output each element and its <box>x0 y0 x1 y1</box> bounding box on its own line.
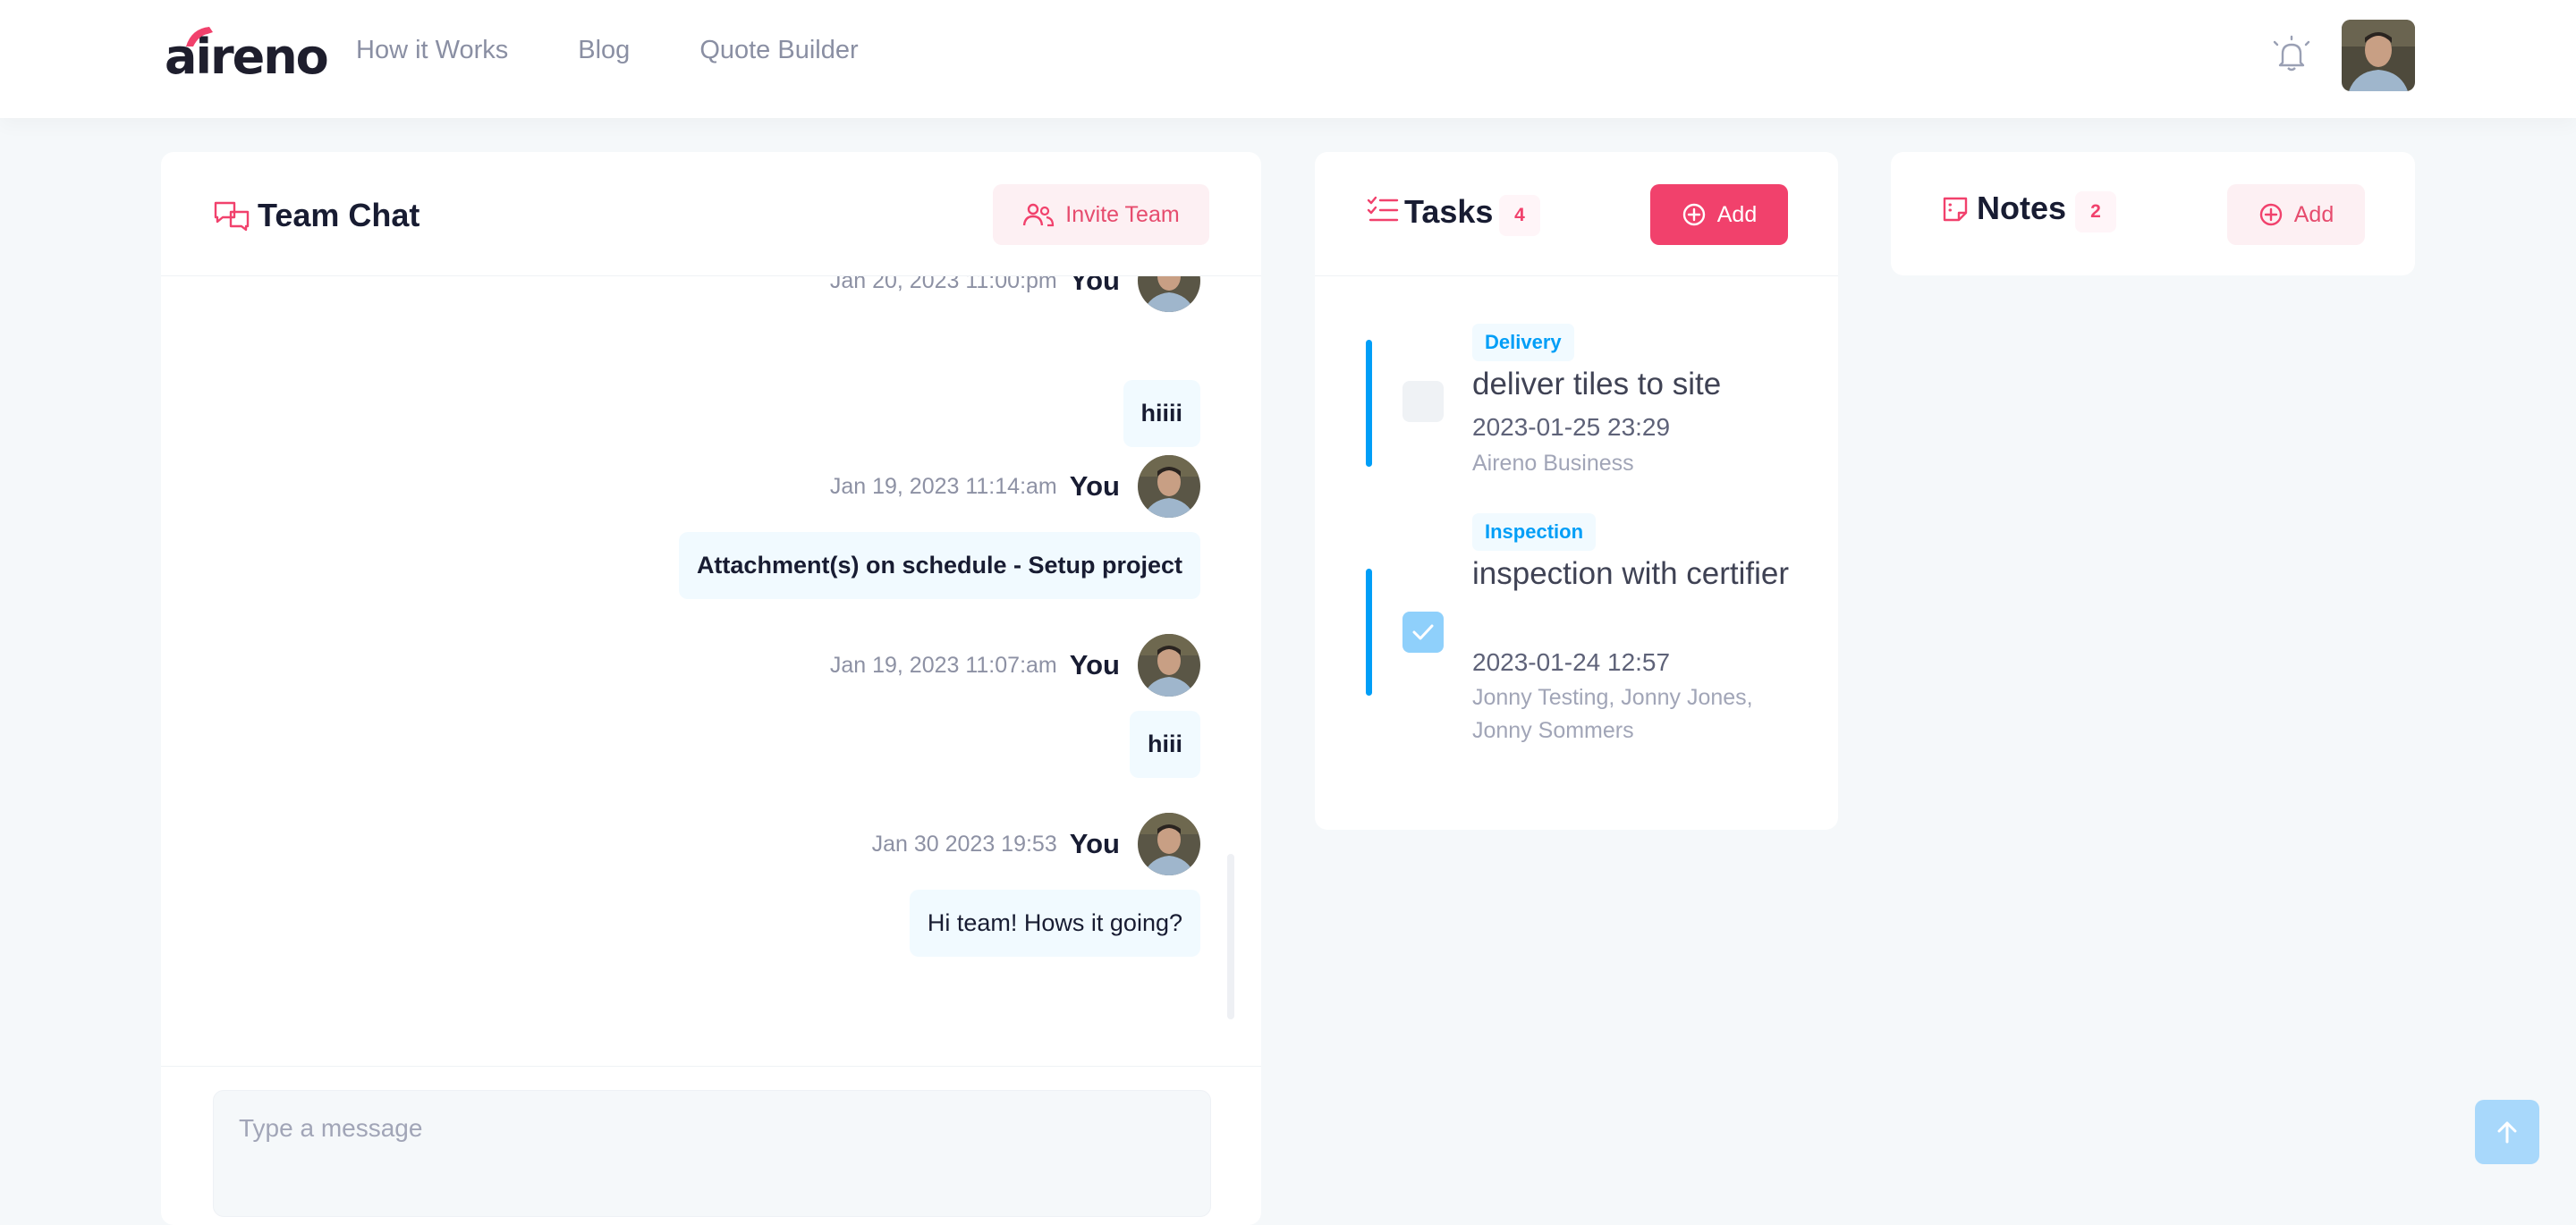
add-task-label: Add <box>1716 201 1758 227</box>
task-checkbox[interactable] <box>1402 612 1444 653</box>
message-bubble: Hi team! Hows it going? <box>909 890 1200 957</box>
avatar <box>1138 455 1200 518</box>
message-sender: You <box>1069 276 1120 296</box>
avatar <box>1138 813 1200 875</box>
logo-mark-icon <box>186 27 213 46</box>
avatar <box>1138 634 1200 697</box>
task-tag: Delivery <box>1472 324 1574 361</box>
message-time: Jan 20, 2023 11:00:pm <box>829 276 1057 293</box>
tasks-card: Tasks 4 Add Delivery deliver tiles to si… <box>1315 152 1838 830</box>
tasks-title: Tasks <box>1404 193 1494 230</box>
invite-team-button[interactable]: Invite Team <box>993 184 1209 245</box>
message-time: Jan 30 2023 19:53 <box>871 831 1057 857</box>
tasks-header: Tasks 4 Add <box>1315 152 1838 276</box>
message-bubble: Attachment(s) on schedule - Setup projec… <box>678 532 1200 599</box>
message-sender: You <box>1069 470 1120 502</box>
chat-scrollbar[interactable] <box>1227 854 1234 1019</box>
message-input[interactable]: Type a message <box>213 1090 1211 1217</box>
message-bubble: hiiii <box>1123 380 1200 447</box>
chat-message: Jan 19, 2023 11:07:am You hiii <box>395 634 1200 813</box>
task-tag: Inspection <box>1472 513 1597 551</box>
task-priority-bar <box>1366 569 1372 696</box>
bell-icon[interactable] <box>2270 34 2313 77</box>
tasks-count-badge: 4 <box>1499 195 1540 236</box>
message-bubble: hiii <box>1130 711 1200 778</box>
notes-count-badge: 2 <box>2075 191 2116 232</box>
notes-icon <box>1943 197 1968 222</box>
chat-message: Jan 19, 2023 11:14:am You Attachment(s) … <box>395 455 1200 634</box>
top-navbar: aireno How it Works Blog Quote Builder <box>0 0 2576 118</box>
notes-card: Notes 2 Add <box>1891 152 2415 275</box>
task-title[interactable]: deliver tiles to site <box>1472 361 1794 408</box>
chat-icon <box>214 201 250 232</box>
team-chat-card: Team Chat Invite Team Jan 20, 2023 11:00… <box>161 152 1261 1225</box>
chat-messages: Jan 20, 2023 11:00:pm You hiiii Jan 19, … <box>161 276 1261 1170</box>
invite-team-label: Invite Team <box>1065 201 1180 227</box>
task-priority-bar <box>1366 340 1372 467</box>
user-avatar[interactable] <box>2342 20 2415 91</box>
nav-quote-builder[interactable]: Quote Builder <box>699 36 858 65</box>
add-circle-icon <box>1682 203 1705 226</box>
check-icon <box>1412 624 1434 640</box>
arrow-up-icon <box>2497 1121 2517 1144</box>
add-note-label: Add <box>2293 201 2334 227</box>
notes-title: Notes <box>1977 190 2067 226</box>
nav-how-it-works[interactable]: How it Works <box>356 36 508 65</box>
message-sender: You <box>1069 649 1120 680</box>
aireno-logo[interactable]: aireno <box>165 25 329 88</box>
task-title[interactable]: inspection with certifier <box>1472 551 1794 597</box>
task-assignees: Aireno Business <box>1472 451 1634 476</box>
message-sender: You <box>1069 828 1120 859</box>
avatar <box>1138 276 1200 312</box>
tasks-icon <box>1367 196 1399 222</box>
scroll-top-button[interactable] <box>2475 1100 2539 1164</box>
add-circle-icon <box>2259 203 2282 226</box>
main-nav: How it Works Blog Quote Builder <box>356 36 859 65</box>
team-chat-header: Team Chat Invite Team <box>161 152 1261 276</box>
task-datetime: 2023-01-25 23:29 <box>1472 413 1671 441</box>
task-checkbox[interactable] <box>1402 381 1444 422</box>
message-input-placeholder: Type a message <box>239 1114 423 1142</box>
nav-blog[interactable]: Blog <box>578 36 630 65</box>
chat-message: Jan 30 2023 19:53 You Hi team! Hows it g… <box>395 813 1200 992</box>
invite-team-icon <box>1023 203 1055 227</box>
task-datetime: 2023-01-24 12:57 <box>1472 648 1671 676</box>
divider <box>161 1066 1261 1067</box>
chat-message: Jan 20, 2023 11:00:pm You hiiii <box>395 276 1200 455</box>
task-assignees: Jonny Testing, Jonny Jones, Jonny Sommer… <box>1472 685 1753 743</box>
team-chat-title: Team Chat <box>258 197 420 233</box>
add-task-button[interactable]: Add <box>1650 184 1788 245</box>
add-note-button[interactable]: Add <box>2227 184 2365 245</box>
message-time: Jan 19, 2023 11:14:am <box>829 473 1057 499</box>
message-time: Jan 19, 2023 11:07:am <box>829 652 1057 678</box>
